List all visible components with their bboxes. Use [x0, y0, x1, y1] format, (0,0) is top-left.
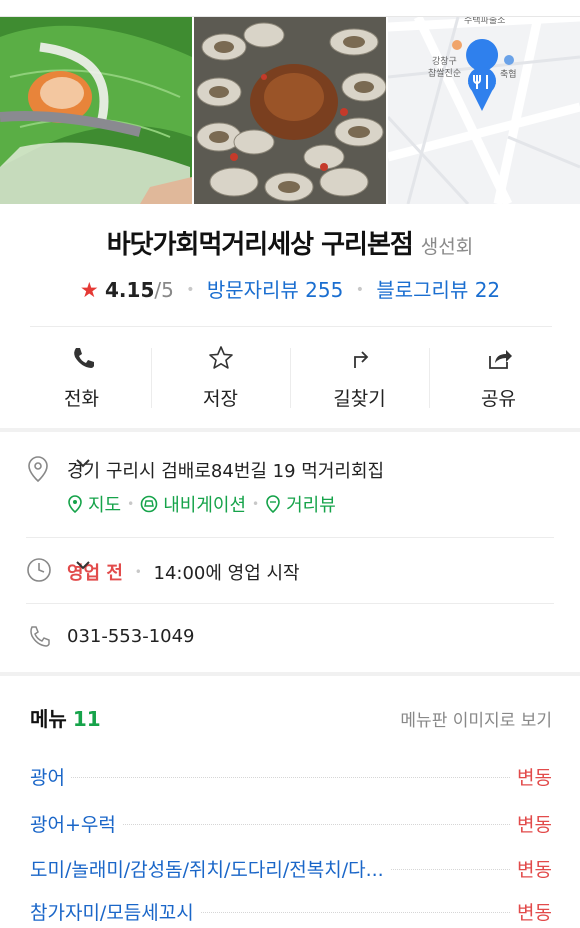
chevron-down-icon[interactable] [75, 559, 91, 571]
map-label: 축협 [500, 68, 517, 80]
menu-header: 메뉴 11 메뉴판 이미지로 보기 [30, 703, 552, 732]
navigation-link-label: 내비게이션 [163, 495, 247, 516]
menu-item-name: 광어+우럭 [30, 810, 122, 837]
menu-item[interactable]: 참가자미/모듬세꼬시 변동 [30, 898, 552, 928]
address-row[interactable]: 경기 구리시 검배로84번길 19 먹거리회집 [26, 455, 556, 485]
photo-oyster-platter[interactable] [194, 17, 386, 204]
rating-score: 4.15 [105, 278, 155, 302]
directions-icon [353, 351, 368, 368]
divider [26, 537, 554, 538]
hours-row[interactable]: 영업 전 • 14:00에 영업 시작 [26, 557, 556, 587]
call-label: 전화 [64, 388, 99, 410]
place-title-row: 바닷가회먹거리세상 구리본점 생선회 [0, 224, 580, 261]
address-text: 경기 구리시 검배로84번길 19 먹거리회집 [67, 461, 385, 482]
menu-item[interactable]: 광어 변동 [30, 763, 552, 793]
status-strip [0, 0, 580, 17]
menu-item-price: 변동 [511, 855, 552, 882]
divider [30, 326, 552, 327]
menu-image-view-link[interactable]: 메뉴판 이미지로 보기 [400, 706, 552, 731]
map-link-label: 지도 [88, 495, 122, 516]
navigation-link[interactable]: 내비게이션 [140, 491, 246, 517]
menu-count: 11 [72, 707, 101, 731]
directions-label: 길찾기 [333, 388, 386, 410]
share-icon [488, 350, 512, 369]
visitor-reviews-link[interactable]: 방문자리뷰 255 [207, 278, 344, 302]
phone-outline-icon [30, 626, 50, 647]
call-button[interactable]: 전화 [12, 336, 151, 420]
car-icon [140, 495, 158, 513]
map-pin-icon [68, 495, 82, 513]
separator-dot: • [186, 282, 195, 298]
menu-item-price: 변동 [511, 810, 552, 837]
place-name: 바닷가회먹거리세상 구리본점 [106, 230, 414, 260]
separator-dot: • [134, 565, 142, 579]
clock-icon [27, 558, 51, 582]
menu-item-price: 변동 [511, 763, 552, 790]
menu-item-price: 변동 [511, 898, 552, 925]
map-link[interactable]: 지도 [67, 491, 121, 517]
location-pin-icon [28, 456, 48, 483]
blog-reviews-link[interactable]: 블로그리뷰 22 [376, 278, 500, 302]
phone-row[interactable]: 031-553-1049 [26, 624, 556, 654]
dotted-leader [30, 777, 552, 778]
save-label: 저장 [203, 388, 238, 410]
mini-map[interactable]: 수택파출소 강창구 찹쌀진순 축협 [388, 17, 580, 204]
rating-row: ★ 4.15/5 • 방문자리뷰 255 • 블로그리뷰 22 [0, 274, 580, 303]
separator-dot: • [127, 497, 135, 511]
menu-item[interactable]: 도미/놀래미/감성돔/쥐치/도다리/전복치/다... 변동 [30, 855, 552, 885]
menu-item-name: 참가자미/모듬세꼬시 [30, 898, 200, 925]
menu-item[interactable]: 광어+우럭 변동 [30, 810, 552, 840]
menu-title: 메뉴 [30, 707, 67, 731]
menu-item-name: 광어 [30, 763, 71, 790]
separator-dot: • [252, 497, 260, 511]
share-label: 공유 [481, 388, 516, 410]
share-button[interactable]: 공유 [429, 336, 568, 420]
streetview-link-label: 거리뷰 [286, 495, 336, 516]
directions-button[interactable]: 길찾기 [290, 336, 429, 420]
address-links: 지도 • 내비게이션 • 거리뷰 [67, 491, 336, 517]
save-button[interactable]: 저장 [151, 336, 290, 420]
place-category: 생선회 [420, 236, 474, 258]
section-divider [0, 672, 580, 676]
rating-star-icon: ★ [79, 278, 99, 302]
chevron-down-icon[interactable] [75, 457, 91, 469]
phone-number[interactable]: 031-553-1049 [67, 626, 195, 647]
business-hours-detail: 14:00에 영업 시작 [153, 563, 300, 584]
map-label: 강창구 [432, 56, 457, 67]
separator-dot: • [355, 282, 364, 298]
photo-strip[interactable]: 수택파출소 강창구 찹쌀진순 축협 [0, 17, 580, 204]
map-label: 찹쌀진순 [428, 68, 461, 79]
star-outline-icon [208, 346, 233, 369]
streetview-link[interactable]: 거리뷰 [265, 491, 336, 517]
action-bar: 전화 저장 길찾기 공유 [12, 336, 568, 420]
rating-max: /5 [154, 278, 174, 302]
menu-item-name: 도미/놀래미/감성돔/쥐치/도다리/전복치/다... [30, 855, 390, 882]
phone-icon [73, 348, 94, 368]
streetview-icon [266, 495, 280, 513]
section-divider [0, 428, 580, 432]
photo-sashimi-leaf[interactable] [0, 17, 192, 204]
map-label: 수택파출소 [464, 17, 505, 26]
divider [26, 603, 554, 604]
